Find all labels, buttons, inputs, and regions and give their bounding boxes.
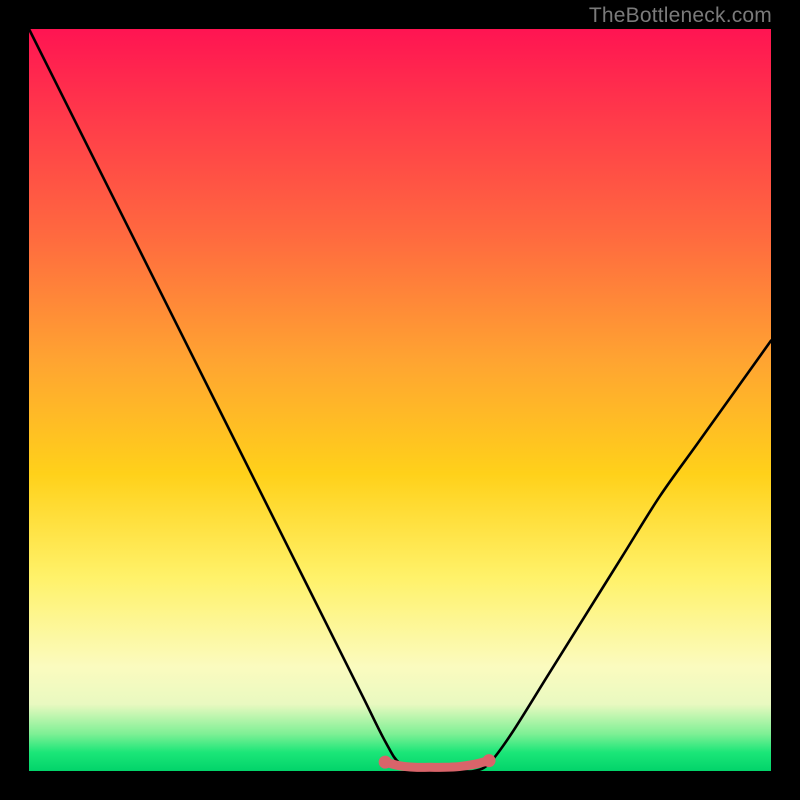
chart-frame: TheBottleneck.com xyxy=(0,0,800,800)
bottleneck-curve xyxy=(29,29,771,772)
flat-bottom-marker xyxy=(379,754,496,768)
watermark-text: TheBottleneck.com xyxy=(589,4,772,28)
chart-svg xyxy=(29,29,771,771)
